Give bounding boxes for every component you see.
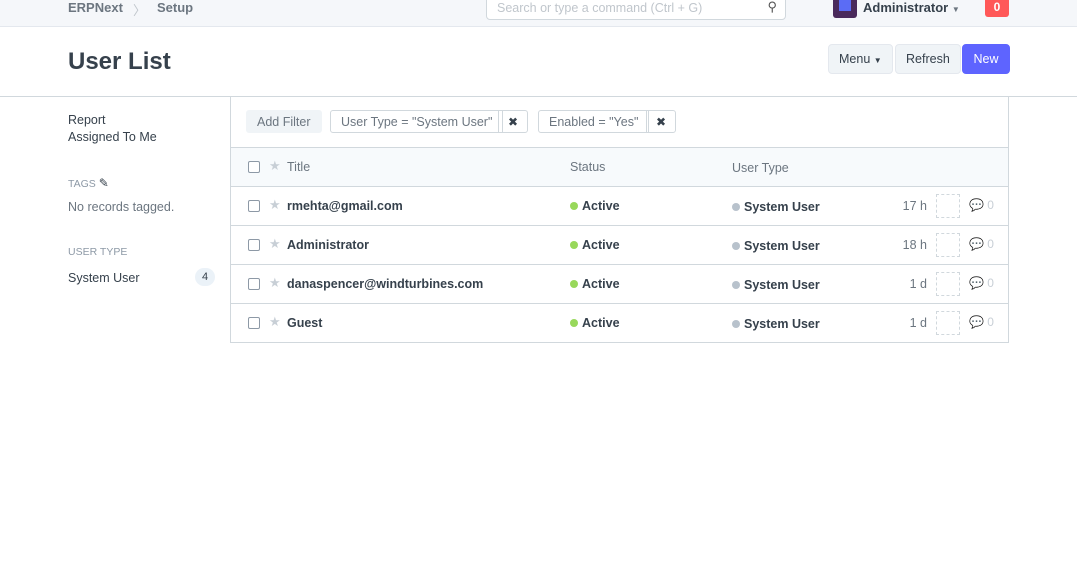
status-text: Active: [582, 199, 620, 213]
user-type-indicator: System User: [732, 278, 820, 292]
breadcrumb-erpnext[interactable]: ERPNext: [68, 0, 123, 15]
filter-user-type[interactable]: User Type = "System User": [330, 110, 503, 133]
modified-time: 1 d: [910, 277, 927, 291]
status-dot-icon: [732, 203, 740, 211]
count-badge: 4: [195, 268, 215, 286]
comment-icon: 💬: [969, 198, 984, 212]
modified-time: 1 d: [910, 316, 927, 330]
no-tags-text: No records tagged.: [68, 200, 174, 214]
modified-time: 17 h: [903, 199, 927, 213]
status-dot-icon: [570, 202, 578, 210]
row-title-link[interactable]: rmehta@gmail.com: [287, 199, 403, 213]
assign-avatar-placeholder[interactable]: [936, 272, 960, 296]
row-checkbox[interactable]: [248, 200, 260, 212]
column-title: Title: [287, 160, 310, 174]
status-dot-icon: [732, 320, 740, 328]
add-filter-button[interactable]: Add Filter: [246, 110, 322, 133]
row-checkbox[interactable]: [248, 239, 260, 251]
refresh-button[interactable]: Refresh: [895, 44, 961, 74]
status-dot-icon: [570, 241, 578, 249]
row-checkbox[interactable]: [248, 278, 260, 290]
user-type-heading: User Type: [68, 246, 127, 258]
navbar: ERPNext 〉 Setup Search or type a command…: [0, 0, 1077, 27]
comment-count: 💬 0: [969, 198, 994, 212]
row-title-link[interactable]: Guest: [287, 316, 322, 330]
search-input[interactable]: Search or type a command (Ctrl + G) ⚲: [486, 0, 786, 20]
status-text: Active: [582, 277, 620, 291]
status-dot-icon: [570, 319, 578, 327]
assign-avatar-placeholder[interactable]: [936, 194, 960, 218]
avatar[interactable]: [833, 0, 857, 18]
status-indicator: Active: [570, 277, 620, 291]
row-title-link[interactable]: Administrator: [287, 238, 369, 252]
comment-count-value: 0: [987, 198, 994, 212]
star-icon: ★: [269, 158, 281, 174]
breadcrumb-setup[interactable]: Setup: [157, 0, 193, 15]
notification-badge[interactable]: 0: [985, 0, 1009, 17]
status-indicator: Active: [570, 316, 620, 330]
status-dot-icon: [570, 280, 578, 288]
user-type-text: System User: [744, 278, 820, 292]
sidebar-report[interactable]: Report: [68, 113, 106, 127]
status-indicator: Active: [570, 199, 620, 213]
remove-filter-icon[interactable]: ✖: [498, 110, 528, 133]
status-dot-icon: [732, 242, 740, 250]
user-menu[interactable]: Administrator ▼: [863, 0, 960, 15]
status-dot-icon: [732, 281, 740, 289]
search-icon: ⚲: [767, 0, 777, 15]
sidebar-user-type-system-user[interactable]: System User: [68, 271, 140, 285]
caret-down-icon: ▼: [874, 56, 882, 65]
status-text: Active: [582, 316, 620, 330]
menu-button[interactable]: Menu ▼: [828, 44, 893, 74]
star-icon[interactable]: ★: [269, 275, 281, 291]
tags-heading: Tags: [68, 178, 96, 190]
select-all-checkbox[interactable]: [248, 161, 260, 173]
sidebar-assigned-to-me[interactable]: Assigned To Me: [68, 130, 157, 144]
list-view: Add Filter User Type = "System User" ✖ E…: [230, 96, 1009, 343]
table-row[interactable]: ★ Guest Active System User 1 d 💬 0: [231, 304, 1008, 343]
user-type-text: System User: [744, 200, 820, 214]
star-icon[interactable]: ★: [269, 197, 281, 213]
modified-time: 18 h: [903, 238, 927, 252]
status-text: Active: [582, 238, 620, 252]
user-name: Administrator: [863, 0, 948, 15]
star-icon[interactable]: ★: [269, 314, 281, 330]
comment-count-value: 0: [987, 276, 994, 290]
user-type-text: System User: [744, 317, 820, 331]
column-status: Status: [570, 160, 605, 174]
row-checkbox[interactable]: [248, 317, 260, 329]
comment-count-value: 0: [987, 237, 994, 251]
pencil-icon[interactable]: ✎: [99, 176, 109, 190]
assign-avatar-placeholder[interactable]: [936, 233, 960, 257]
filter-enabled[interactable]: Enabled = "Yes": [538, 110, 649, 133]
filter-bar: Add Filter User Type = "System User" ✖ E…: [231, 96, 1008, 148]
page-title: User List: [68, 48, 171, 76]
column-user-type: User Type: [732, 161, 789, 175]
comment-count: 💬 0: [969, 315, 994, 329]
user-type-indicator: System User: [732, 239, 820, 253]
comment-icon: 💬: [969, 276, 984, 290]
menu-label: Menu: [839, 52, 870, 66]
user-type-indicator: System User: [732, 317, 820, 331]
table-row[interactable]: ★ danaspencer@windturbines.com Active Sy…: [231, 265, 1008, 304]
caret-down-icon: ▼: [952, 5, 960, 14]
assign-avatar-placeholder[interactable]: [936, 311, 960, 335]
row-title-link[interactable]: danaspencer@windturbines.com: [287, 277, 483, 291]
comment-icon: 💬: [969, 237, 984, 251]
search-placeholder: Search or type a command (Ctrl + G): [497, 1, 702, 15]
table-row[interactable]: ★ Administrator Active System User 18 h …: [231, 226, 1008, 265]
comment-count: 💬 0: [969, 237, 994, 251]
comment-count-value: 0: [987, 315, 994, 329]
remove-filter-icon[interactable]: ✖: [646, 110, 676, 133]
star-icon[interactable]: ★: [269, 236, 281, 252]
list-header: ★ Title Status User Type: [231, 148, 1008, 187]
status-indicator: Active: [570, 238, 620, 252]
new-button[interactable]: New: [962, 44, 1010, 74]
comment-count: 💬 0: [969, 276, 994, 290]
table-row[interactable]: ★ rmehta@gmail.com Active System User 17…: [231, 187, 1008, 226]
user-type-text: System User: [744, 239, 820, 253]
comment-icon: 💬: [969, 315, 984, 329]
user-type-indicator: System User: [732, 200, 820, 214]
chevron-right-icon: 〉: [133, 0, 146, 19]
